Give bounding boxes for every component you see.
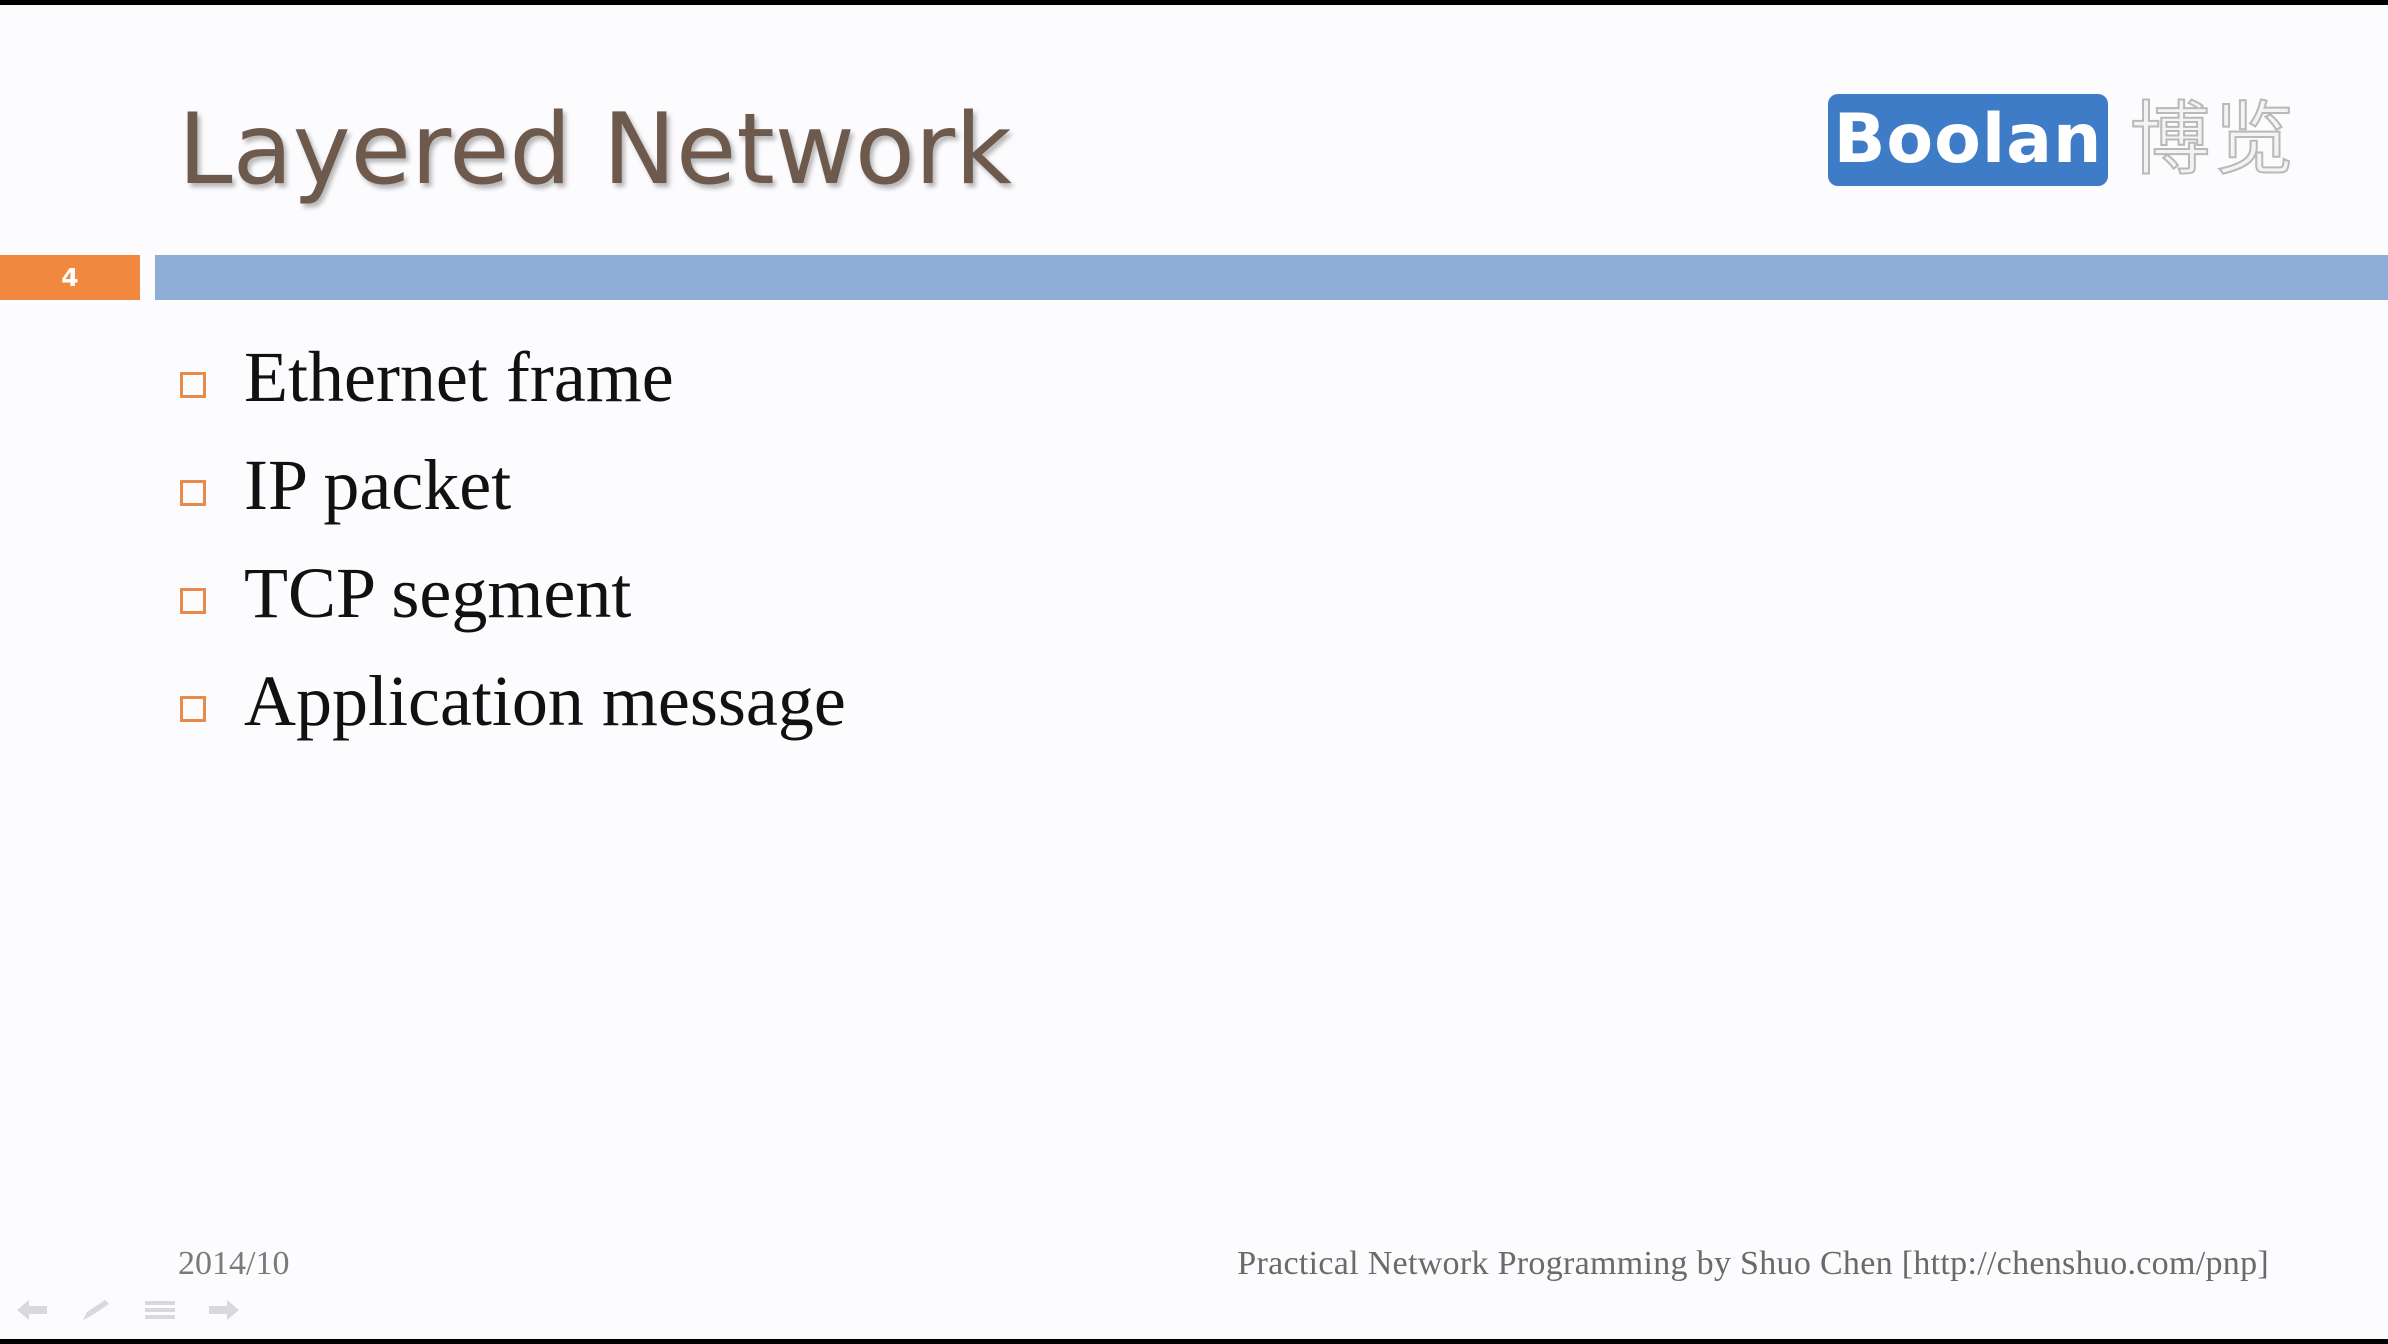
next-slide-icon[interactable] [206,1296,242,1324]
square-bullet-icon [180,480,206,506]
footer-credit: Practical Network Programming by Shuo Ch… [1237,1245,2269,1282]
logo-text: Boolan [1828,94,2108,186]
bullet-item: Application message [180,647,846,755]
bullet-text: IP packet [244,444,512,525]
slide: Layered Network Boolan 博览 4 Ethernet fra… [0,5,2388,1339]
presentation-nav-tools [14,1296,242,1324]
pen-icon[interactable] [78,1296,114,1324]
square-bullet-icon [180,588,206,614]
bullet-list: Ethernet frame IP packet TCP segment App… [180,323,846,755]
slide-menu-icon[interactable] [142,1296,178,1324]
previous-slide-icon[interactable] [14,1296,50,1324]
bullet-text: Application message [244,660,846,741]
bullet-item: Ethernet frame [180,323,846,431]
slide-number-badge: 4 [0,255,140,300]
square-bullet-icon [180,696,206,722]
square-bullet-icon [180,372,206,398]
slide-title: Layered Network [178,93,1012,207]
footer-date: 2014/10 [178,1245,290,1282]
bullet-text: TCP segment [244,552,632,633]
bullet-text: Ethernet frame [244,336,674,417]
title-divider-band [155,255,2388,300]
bullet-item: IP packet [180,431,846,539]
logo-chinese-text: 博览 [2129,93,2298,187]
bullet-item: TCP segment [180,539,846,647]
boolan-logo: Boolan 博览 [1828,93,2298,187]
